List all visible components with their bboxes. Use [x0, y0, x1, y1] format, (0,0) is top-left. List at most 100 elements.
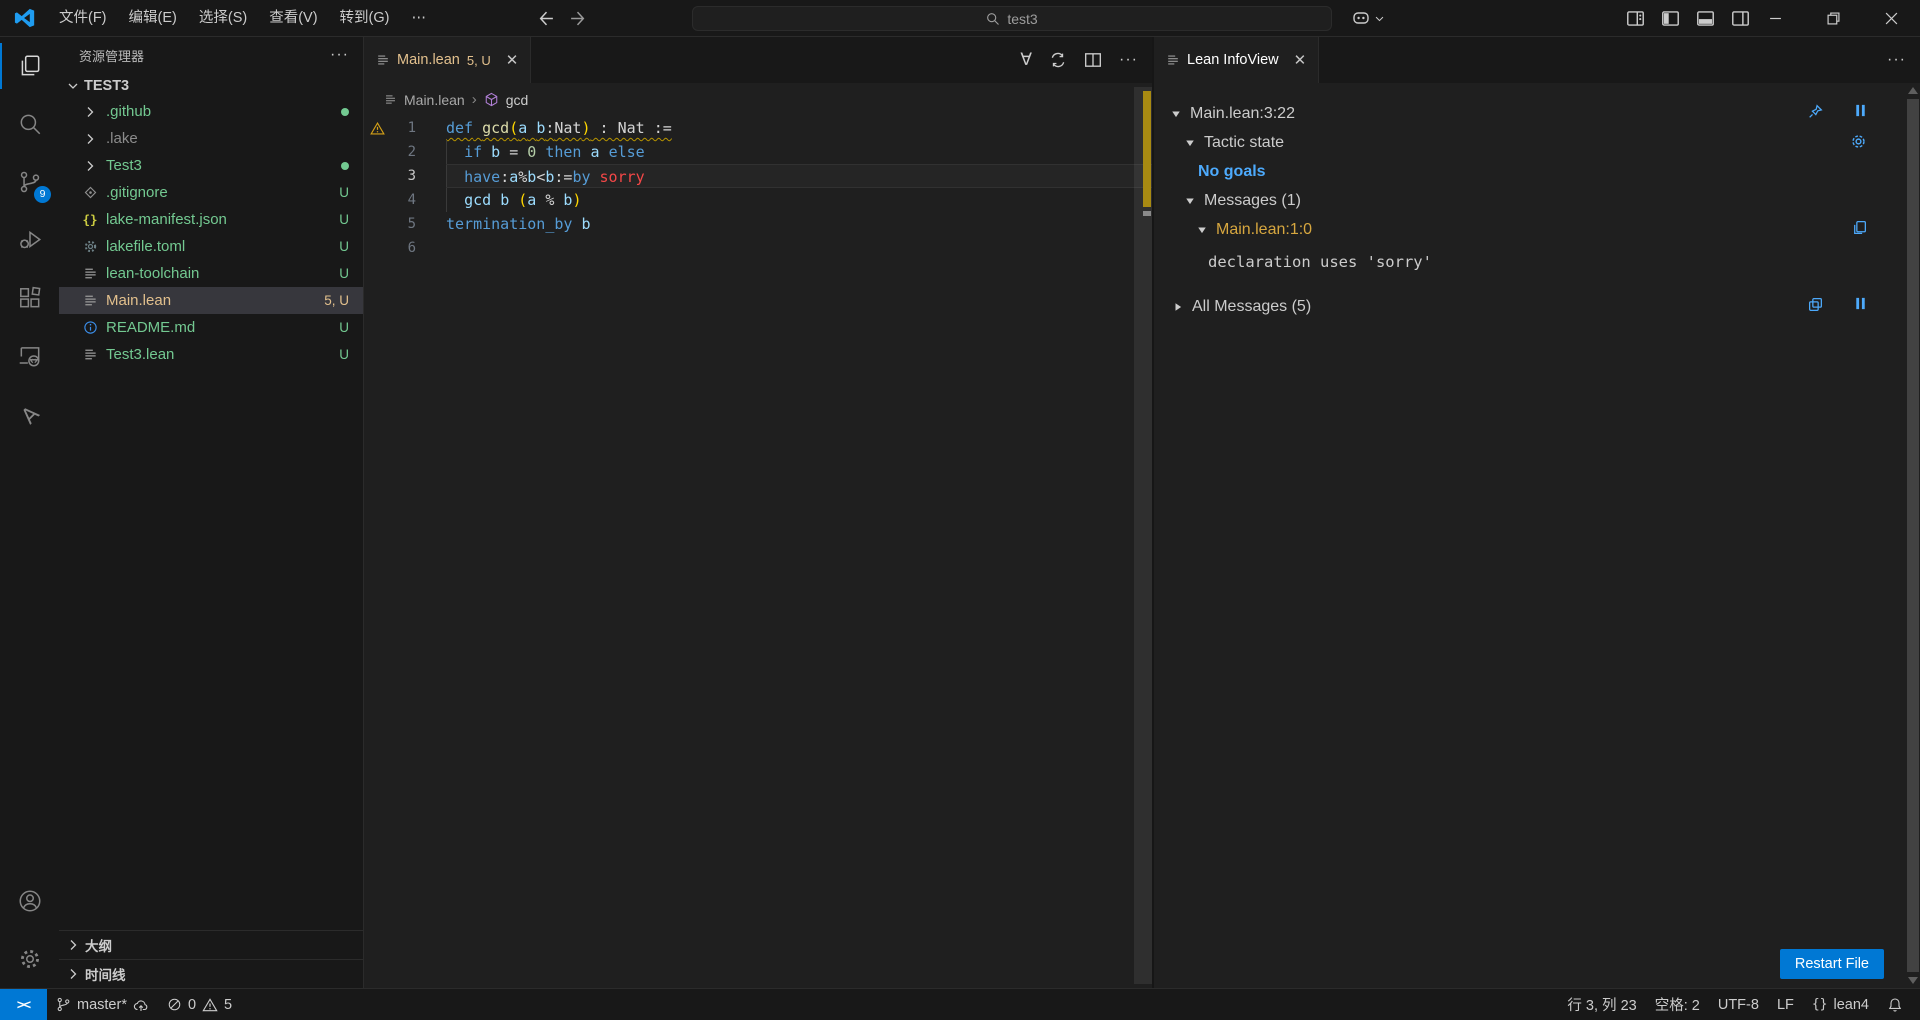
messages-header[interactable]: Messages (1): [1204, 192, 1301, 210]
pin-icon[interactable]: [1807, 103, 1824, 120]
problems-item[interactable]: 0 5: [158, 989, 241, 1020]
breadcrumb-file[interactable]: Main.lean: [404, 92, 465, 108]
code-line-5[interactable]: 5 termination_by b: [364, 212, 1152, 236]
file-item-Test3.lean[interactable]: Test3.lean U: [59, 341, 363, 368]
menu-文件(F)[interactable]: 文件(F): [48, 5, 118, 31]
activity-lean-icon[interactable]: ∀: [0, 385, 59, 443]
tab-badge: 5, U: [466, 52, 491, 68]
explorer-more-actions-icon[interactable]: ···: [330, 46, 349, 64]
file-item-lean-toolchain[interactable]: lean-toolchain U: [59, 260, 363, 287]
menu-⋯[interactable]: ⋯: [400, 5, 437, 31]
activity-files-icon[interactable]: [0, 37, 59, 95]
toggle-sidebar-icon[interactable]: [1661, 9, 1680, 28]
menu-选择(S)[interactable]: 选择(S): [188, 5, 258, 31]
status-bell[interactable]: [1878, 989, 1912, 1020]
cursor-position-header[interactable]: Main.lean:3:22: [1190, 105, 1295, 123]
restart-file-button[interactable]: Restart File: [1779, 949, 1884, 979]
minimize-button[interactable]: [1746, 0, 1804, 36]
file-item-.lake[interactable]: .lake: [59, 125, 363, 152]
status-UTF-8[interactable]: UTF-8: [1709, 989, 1768, 1020]
scroll-up-arrow-icon: [1908, 87, 1918, 94]
sidebar-section-时间线[interactable]: 时间线: [59, 959, 363, 988]
editor-scrollbar[interactable]: [1134, 83, 1152, 988]
tab-main-lean[interactable]: Main.lean 5, U ✕: [364, 37, 532, 83]
git-status-badge: U: [339, 347, 349, 362]
menu-编辑(E)[interactable]: 编辑(E): [118, 5, 188, 31]
panel-more-actions-icon[interactable]: ···: [1887, 51, 1906, 69]
activity-extensions-icon[interactable]: [0, 269, 59, 327]
file-item-lakefile.toml[interactable]: lakefile.toml U: [59, 233, 363, 260]
code-line-2[interactable]: 2 if b = 0 then a else: [364, 140, 1152, 164]
code-line-4[interactable]: 4 gcd b (a % b): [364, 188, 1152, 212]
status-braces[interactable]: {} lean4: [1803, 989, 1878, 1020]
back-arrow-icon[interactable]: [538, 10, 555, 27]
lean-forall-action-icon[interactable]: ∀: [1020, 50, 1032, 70]
copy-to-comment-icon[interactable]: [1851, 219, 1868, 236]
forward-arrow-icon[interactable]: [569, 10, 586, 27]
tab-close-icon[interactable]: ✕: [1294, 51, 1307, 69]
scm-badge: 9: [34, 186, 51, 203]
status-行 3, 列 23[interactable]: 行 3, 列 23: [1558, 989, 1645, 1020]
no-goals-text: No goals: [1198, 163, 1266, 180]
file-item-Test3[interactable]: Test3: [59, 152, 363, 179]
tab-close-icon[interactable]: ✕: [506, 51, 519, 69]
vscode-logo: [14, 8, 35, 28]
workspace-root-folder[interactable]: TEST3: [59, 73, 363, 98]
split-editor-icon[interactable]: [1084, 51, 1102, 69]
file-item-Main.lean[interactable]: Main.lean 5, U: [59, 287, 363, 314]
git-branch-item[interactable]: master*: [47, 989, 158, 1020]
copilot-menu[interactable]: [1351, 0, 1385, 36]
file-item-.github[interactable]: .github: [59, 98, 363, 125]
settings-gear-icon[interactable]: [1849, 132, 1868, 151]
all-messages-header[interactable]: All Messages (5): [1192, 298, 1311, 316]
code-line-1[interactable]: 1 def gcd(a b:Nat) : Nat :=: [364, 116, 1152, 140]
collapse-arrow-icon[interactable]: [1184, 196, 1196, 206]
expand-arrow-icon[interactable]: [1172, 302, 1184, 312]
activity-remote-icon[interactable]: [0, 327, 59, 385]
remote-indicator[interactable]: ><: [0, 989, 47, 1020]
breadcrumb-symbol[interactable]: gcd: [506, 92, 529, 108]
line-number: 1: [407, 120, 416, 136]
status-LF[interactable]: LF: [1768, 989, 1803, 1020]
git-status-badge: U: [339, 239, 349, 254]
line-number: 3: [407, 168, 416, 184]
close-window-button[interactable]: [1862, 0, 1920, 36]
file-type-icon: [81, 319, 99, 337]
editor-more-actions-icon[interactable]: ···: [1119, 51, 1138, 69]
panel-scrollbar[interactable]: [1906, 83, 1920, 988]
code-editor[interactable]: 1 def gcd(a b:Nat) : Nat := 2 if b = 0 t…: [364, 116, 1152, 260]
copy-all-messages-icon[interactable]: [1807, 296, 1824, 313]
activity-account-icon[interactable]: [0, 872, 59, 930]
collapse-arrow-icon[interactable]: [1184, 138, 1196, 148]
activity-settings-icon[interactable]: [0, 930, 59, 988]
toggle-panel-icon[interactable]: [1696, 9, 1715, 28]
file-item-lake-manifest.json[interactable]: {} lake-manifest.json U: [59, 206, 363, 233]
status-空格: 2[interactable]: 空格: 2: [1646, 989, 1709, 1020]
breadcrumb[interactable]: Main.lean › gcd: [364, 83, 1152, 116]
activity-source-control-icon[interactable]: 9: [0, 153, 59, 211]
file-item-.gitignore[interactable]: .gitignore U: [59, 179, 363, 206]
command-center-search[interactable]: test3: [692, 6, 1332, 31]
pause-updates-icon[interactable]: [1853, 103, 1868, 118]
git-status-dot: [341, 161, 349, 170]
pause-all-messages-icon[interactable]: [1853, 296, 1868, 311]
title-bar: 文件(F) 编辑(E) 选择(S) 查看(V) 转到(G) ⋯ test3: [0, 0, 1920, 37]
sync-changes-icon[interactable]: [1049, 51, 1067, 69]
collapse-arrow-icon[interactable]: [1196, 225, 1208, 235]
restore-button[interactable]: [1804, 0, 1862, 36]
collapse-arrow-icon[interactable]: [1170, 109, 1182, 119]
tab-lean-infoview[interactable]: Lean InfoView ✕: [1154, 37, 1320, 83]
file-item-README.md[interactable]: README.md U: [59, 314, 363, 341]
tactic-state-header[interactable]: Tactic state: [1204, 134, 1284, 152]
line-number: 4: [407, 192, 416, 208]
search-text: test3: [1007, 10, 1038, 27]
customize-layout-icon[interactable]: [1626, 9, 1645, 28]
activity-debug-icon[interactable]: [0, 211, 59, 269]
sidebar-section-大纲[interactable]: 大纲: [59, 930, 363, 959]
activity-search-icon[interactable]: [0, 95, 59, 153]
menu-查看(V)[interactable]: 查看(V): [258, 5, 328, 31]
message-location[interactable]: Main.lean:1:0: [1216, 221, 1312, 239]
menu-转到(G)[interactable]: 转到(G): [329, 5, 401, 31]
code-line-6[interactable]: 6: [364, 236, 1152, 260]
code-line-3[interactable]: 3 have:a%b<b:=by sorry: [364, 164, 1152, 188]
